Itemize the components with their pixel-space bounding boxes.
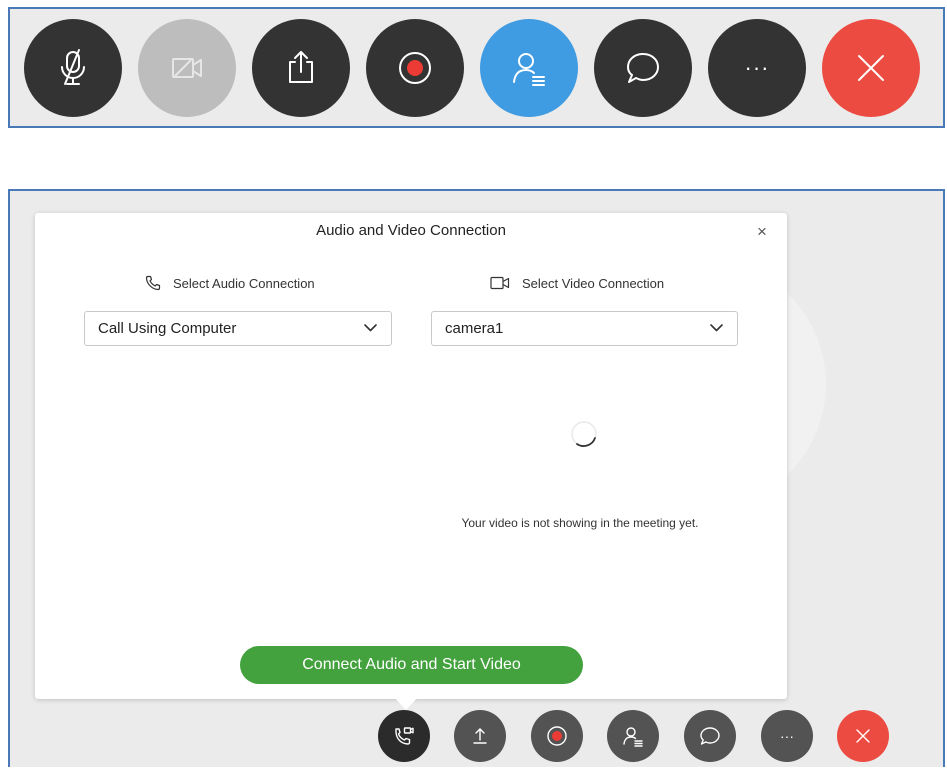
video-off-icon (172, 58, 202, 78)
video-status-text: Your video is not showing in the meeting… (461, 516, 699, 530)
more-icon: ··· (780, 728, 794, 744)
audio-video-connection-dialog: Audio and Video Connection × Select Audi… (35, 213, 787, 699)
close-icon (856, 729, 870, 743)
microphone-muted-icon (61, 49, 85, 85)
more-button[interactable]: ··· (761, 710, 813, 762)
chat-icon (700, 727, 720, 745)
loading-spinner-icon (571, 421, 597, 447)
record-icon (399, 52, 431, 84)
record-icon (547, 726, 567, 746)
phone-icon (145, 275, 161, 291)
video-connection-value: camera1 (445, 320, 504, 337)
close-icon (858, 55, 884, 81)
record-button[interactable] (531, 710, 583, 762)
more-icon: ··· (744, 55, 770, 80)
camera-icon (490, 276, 510, 290)
dialog-pointer (394, 697, 418, 710)
top-toolbar-panel: ··· (8, 7, 945, 128)
participants-button[interactable] (607, 710, 659, 762)
leave-button[interactable] (837, 710, 889, 762)
record-button[interactable] (366, 19, 464, 117)
upload-icon (473, 728, 487, 744)
chevron-down-icon (710, 324, 723, 332)
dialog-title: Audio and Video Connection (316, 222, 506, 239)
chat-button[interactable] (594, 19, 692, 117)
audio-connection-label-text: Select Audio Connection (173, 275, 315, 291)
chat-button[interactable] (684, 710, 736, 762)
connect-audio-start-video-button[interactable]: Connect Audio and Start Video (240, 646, 583, 684)
audio-connection-value: Call Using Computer (98, 320, 237, 337)
video-button[interactable] (138, 19, 236, 117)
audio-connection-button[interactable] (378, 710, 430, 762)
video-connection-label-text: Select Video Connection (522, 275, 665, 291)
participants-icon (513, 53, 545, 86)
chat-icon (627, 53, 659, 83)
chevron-down-icon (364, 324, 377, 332)
share-icon (289, 51, 313, 83)
participants-button[interactable] (480, 19, 578, 117)
dialog-close-button[interactable]: × (752, 223, 772, 243)
participants-icon (623, 727, 643, 747)
video-connection-select[interactable]: camera1 (431, 311, 738, 346)
mute-button[interactable] (24, 19, 122, 117)
audio-connection-select[interactable]: Call Using Computer (84, 311, 392, 346)
audio-connection-label: Select Audio Connection (145, 274, 315, 292)
more-button[interactable]: ··· (708, 19, 806, 117)
meeting-panel: Audio and Video Connection × Select Audi… (8, 189, 945, 767)
share-button[interactable] (252, 19, 350, 117)
leave-button[interactable] (822, 19, 920, 117)
share-button[interactable] (454, 710, 506, 762)
phone-video-icon (395, 727, 414, 745)
video-connection-label: Select Video Connection (490, 274, 664, 292)
